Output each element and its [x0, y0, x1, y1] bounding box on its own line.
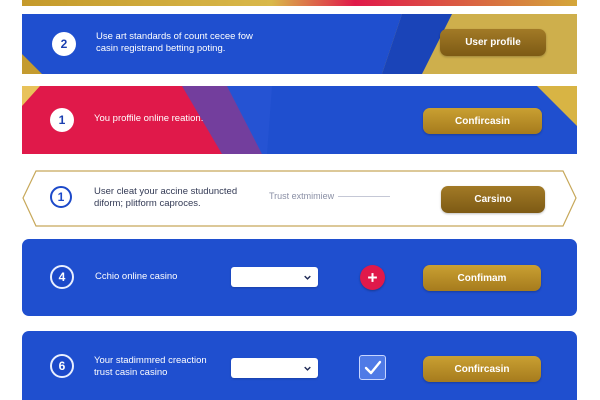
plus-icon: [368, 273, 377, 282]
online-reation-card: 1 You proffile online reation. Confircas…: [22, 86, 577, 154]
card-description: Your stadimmred creaction trust casin ca…: [94, 355, 207, 378]
option-dropdown[interactable]: [231, 358, 318, 378]
step-number-badge: 4: [50, 265, 74, 289]
card-description: User cleat your accine studuncted diform…: [94, 186, 238, 209]
user-profile-button[interactable]: User profile: [440, 29, 546, 56]
card-description: Use art standards of count cecee fow cas…: [96, 31, 253, 54]
chevron-down-icon: [304, 366, 311, 371]
step-number-badge: 2: [52, 32, 76, 56]
casino-card: 1 User cleat your accine studuncted difo…: [22, 170, 577, 227]
confirm-checkbox[interactable]: [359, 355, 386, 380]
trust-link-label: Trust extmimiew: [269, 191, 335, 201]
casino-button[interactable]: Carsino: [441, 186, 545, 213]
step-number-badge: 1: [50, 186, 72, 208]
trust-link[interactable]: Trust extmimiew: [269, 191, 391, 201]
card-description: You proffile online reation.: [94, 113, 204, 124]
checkmark-icon: [364, 360, 381, 374]
confirm-button[interactable]: Confimam: [423, 265, 541, 291]
card-description: Cchio online casino: [95, 271, 178, 282]
confirm-button[interactable]: Confircasin: [423, 356, 541, 382]
add-button[interactable]: [360, 265, 385, 290]
user-profile-card: 2 Use art standards of count cecee fow c…: [22, 14, 577, 74]
dash-line: [338, 195, 391, 197]
stadimmred-creaction-card: 6 Your stadimmred creaction trust casin …: [22, 331, 577, 400]
option-dropdown[interactable]: [231, 267, 318, 287]
step-number-badge: 1: [50, 108, 74, 132]
confirm-button[interactable]: Confircasin: [423, 108, 542, 134]
chevron-down-icon: [304, 275, 311, 280]
step-number-badge: 6: [50, 354, 74, 378]
online-casino-card: 4 Cchio online casino Confimam: [22, 239, 577, 316]
top-card-strip: [22, 0, 577, 6]
